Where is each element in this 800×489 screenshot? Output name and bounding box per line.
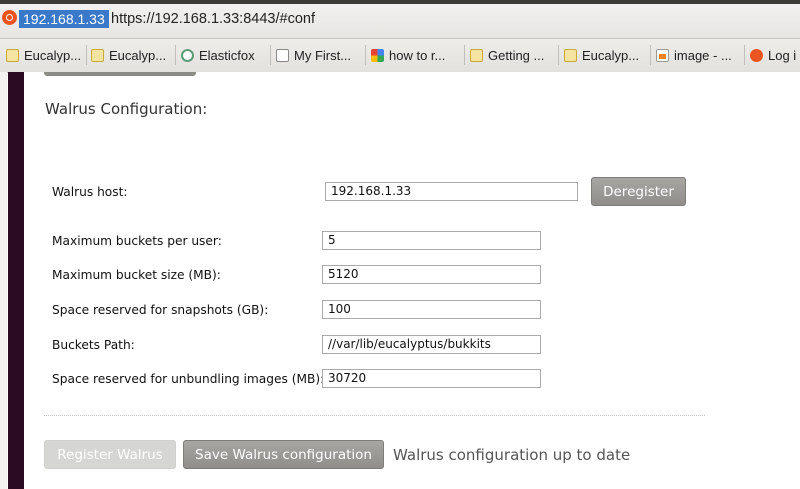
ubuntu-icon xyxy=(750,48,763,62)
bookmark-item[interactable]: how to r... xyxy=(367,43,464,67)
bookmark-label: Eucalyp... xyxy=(109,47,167,63)
bookmark-label: Log i xyxy=(768,47,797,63)
bookmark-label: how to r... xyxy=(389,47,446,63)
bookmark-separator xyxy=(650,45,651,65)
unbundling-space-field[interactable]: 30720 xyxy=(322,369,541,388)
bookmark-item[interactable]: Elasticfox xyxy=(177,43,270,67)
elasticfox-icon xyxy=(181,48,194,62)
bookmark-label: Elasticfox xyxy=(199,47,255,63)
max-buckets-field[interactable]: 5 xyxy=(322,231,541,250)
bookmark-separator xyxy=(175,45,176,65)
bookmark-item[interactable]: My First... xyxy=(272,43,365,67)
deregister-button[interactable]: Deregister xyxy=(591,177,686,206)
walrus-host-label: Walrus host: xyxy=(52,185,128,199)
snapshot-space-field[interactable]: 100 xyxy=(322,300,541,319)
section-title: Walrus Configuration: xyxy=(45,100,208,118)
bookmark-label: image - ... xyxy=(674,47,732,63)
buckets-path-label: Buckets Path: xyxy=(52,338,135,352)
side-bar xyxy=(8,72,24,489)
bookmark-separator xyxy=(365,45,366,65)
buckets-path-field[interactable]: //var/lib/eucalyptus/bukkits xyxy=(322,335,541,354)
bookmark-item[interactable]: Getting ... xyxy=(466,43,558,67)
walrus-host-field[interactable]: 192.168.1.33 xyxy=(325,182,578,201)
eucalyptus-icon xyxy=(564,48,577,62)
snapshot-space-label: Space reserved for snapshots (GB): xyxy=(52,303,269,317)
page-icon xyxy=(276,48,289,62)
register-walrus-button[interactable]: Register Walrus xyxy=(44,440,176,469)
bookmark-item[interactable]: image - ... xyxy=(652,43,744,67)
bookmark-separator xyxy=(464,45,465,65)
max-bucket-size-label: Maximum bucket size (MB): xyxy=(52,268,221,282)
save-walrus-configuration-button[interactable]: Save Walrus configuration xyxy=(183,440,384,469)
bookmark-separator xyxy=(558,45,559,65)
bookmark-item[interactable]: Eucalyp... xyxy=(560,43,650,67)
site-identity-icon[interactable] xyxy=(2,10,17,25)
max-bucket-size-field[interactable]: 5120 xyxy=(322,265,541,284)
bookmark-item[interactable]: Eucalyp... xyxy=(2,43,86,67)
bookmark-separator xyxy=(270,45,271,65)
stackoverflow-icon xyxy=(656,48,669,62)
url-text[interactable]: https://192.168.1.33:8443/#conf xyxy=(111,10,315,28)
page-left-margin xyxy=(0,72,7,489)
previous-button-edge[interactable] xyxy=(44,72,196,76)
max-buckets-label: Maximum buckets per user: xyxy=(52,234,222,248)
bookmark-label: Eucalyp... xyxy=(582,47,640,63)
bookmark-label: Eucalyp... xyxy=(24,47,82,63)
bookmark-label: My First... xyxy=(294,47,352,63)
address-bar[interactable]: 192.168.1.33 https://192.168.1.33:8443/#… xyxy=(0,4,800,39)
bookmark-item[interactable]: Log i xyxy=(746,43,800,67)
bookmarks-toolbar: Eucalyp... Eucalyp... Elasticfox My Firs… xyxy=(0,39,800,73)
eucalyptus-icon xyxy=(470,48,483,62)
bookmark-item[interactable]: Eucalyp... xyxy=(87,43,175,67)
eucalyptus-icon xyxy=(6,48,19,62)
google-icon xyxy=(371,48,384,62)
bookmark-label: Getting ... xyxy=(488,47,545,63)
eucalyptus-icon xyxy=(91,48,104,62)
unbundling-space-label: Space reserved for unbundling images (MB… xyxy=(52,372,325,386)
site-identity-label[interactable]: 192.168.1.33 xyxy=(19,10,109,28)
section-divider xyxy=(44,415,705,416)
bookmark-separator xyxy=(744,45,745,65)
status-message: Walrus configuration up to date xyxy=(393,446,631,464)
